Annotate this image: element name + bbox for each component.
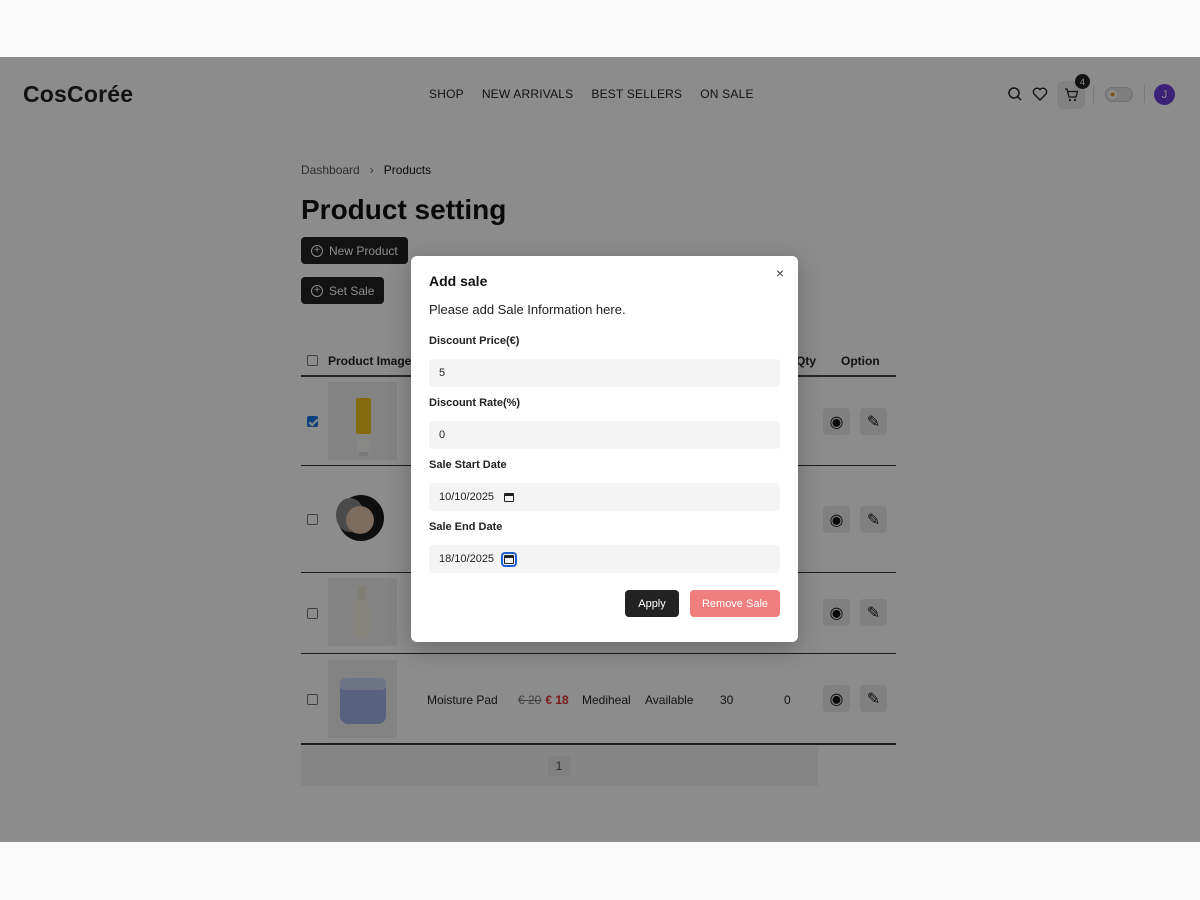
remove-sale-button[interactable]: Remove Sale: [690, 590, 780, 617]
end-date-value: 18/10/2025: [439, 553, 495, 565]
discount-rate-label: Discount Rate(%): [429, 397, 521, 409]
app-viewport: CosCorée SHOP NEW ARRIVALS BEST SELLERS …: [0, 57, 1200, 842]
add-sale-dialog: × Add sale Please add Sale Information h…: [411, 256, 798, 642]
discount-price-label: Discount Price(€): [429, 335, 520, 347]
sale-end-date-label: Sale End Date: [429, 521, 503, 533]
apply-button[interactable]: Apply: [625, 590, 679, 617]
dialog-title: Add sale: [429, 273, 488, 289]
sale-start-date-input[interactable]: 10/10/2025: [429, 483, 780, 511]
close-icon[interactable]: ×: [774, 265, 786, 281]
calendar-icon[interactable]: [504, 492, 515, 502]
sale-start-date-label: Sale Start Date: [429, 459, 507, 471]
sale-end-date-input[interactable]: 18/10/2025: [429, 545, 780, 573]
discount-rate-input[interactable]: 0: [429, 421, 780, 449]
discount-price-input[interactable]: 5: [429, 359, 780, 387]
dialog-description: Please add Sale Information here.: [429, 302, 626, 317]
start-date-value: 10/10/2025: [439, 491, 495, 503]
calendar-icon[interactable]: [501, 551, 518, 567]
